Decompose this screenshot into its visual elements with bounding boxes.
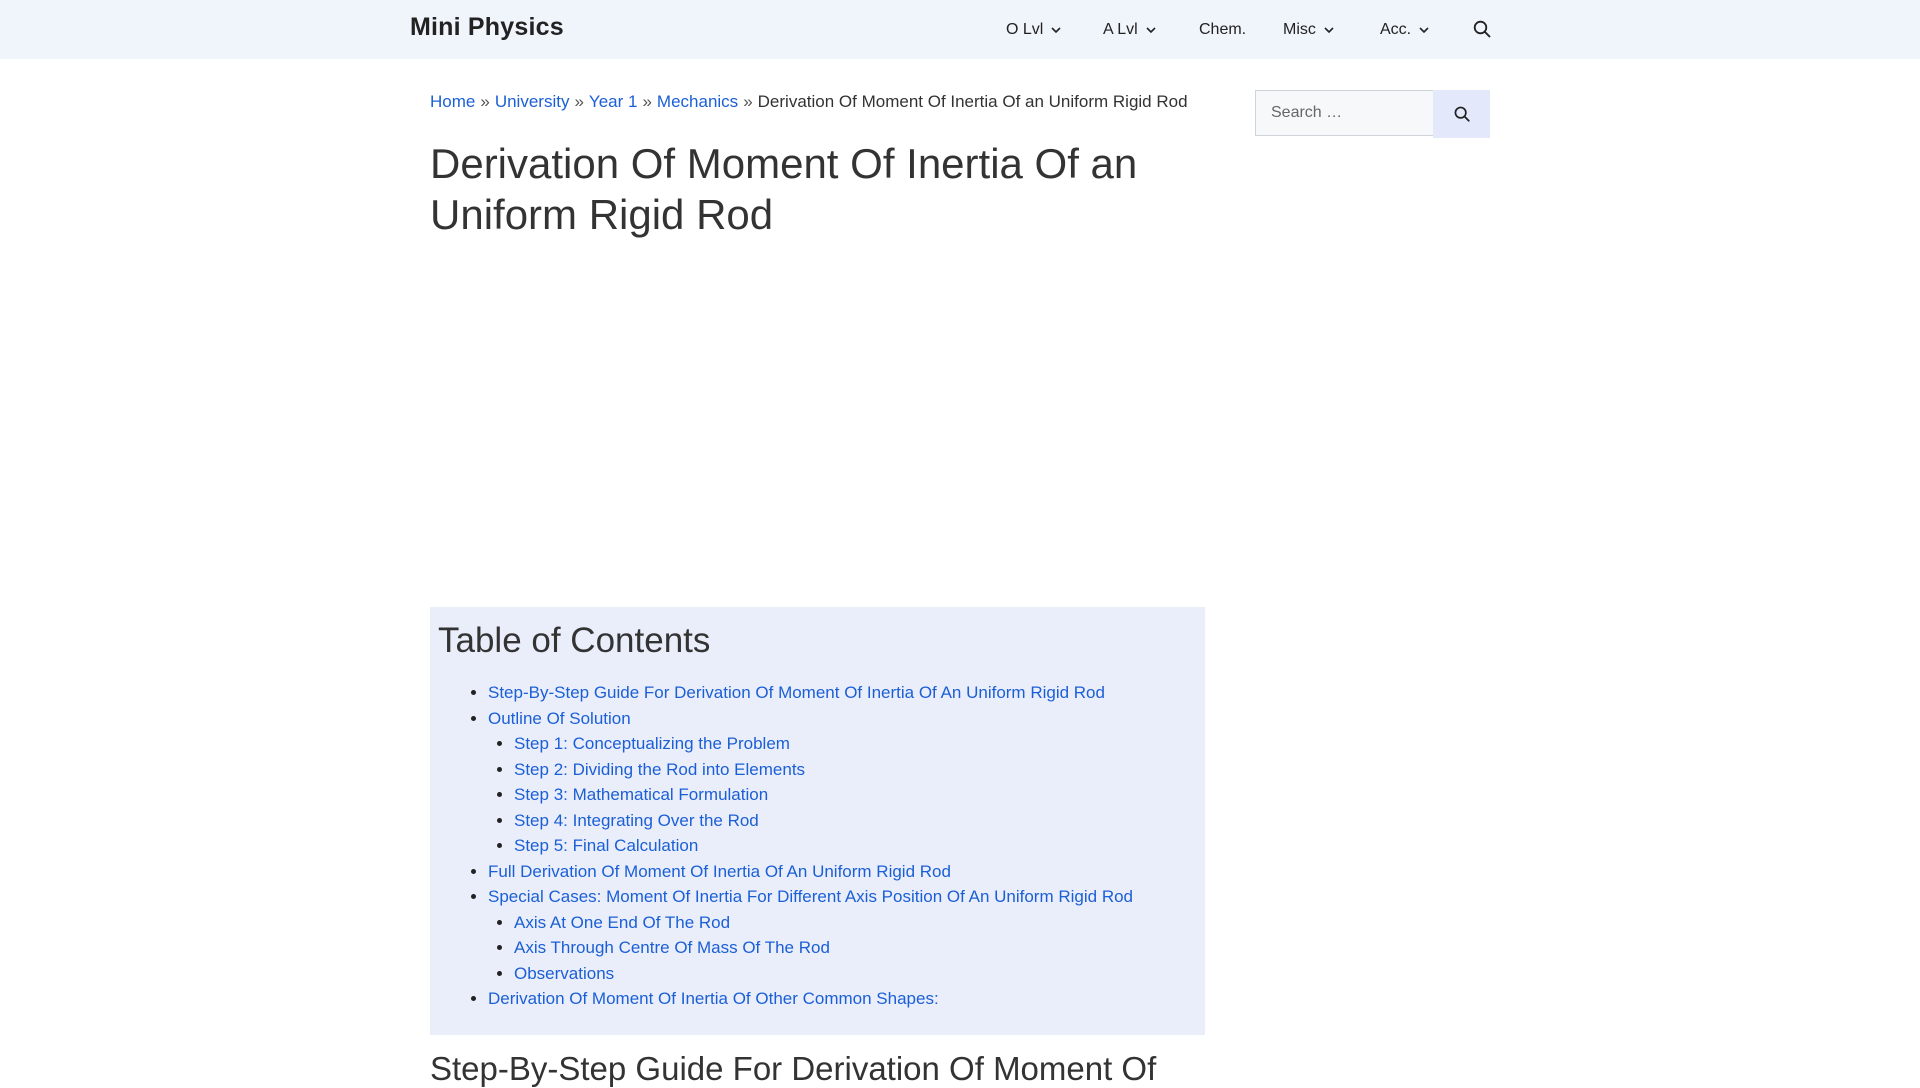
chevron-down-icon: [1146, 27, 1156, 34]
breadcrumb-current: Derivation Of Moment Of Inertia Of an Un…: [757, 92, 1188, 111]
main-nav: O Lvl A Lvl Chem. Misc Acc.: [0, 0, 1920, 59]
nav-item-label: Chem.: [1199, 21, 1247, 38]
toc-subitem: Axis At One End Of The Rod: [514, 910, 1197, 936]
nav-item-label: A Lvl: [1103, 21, 1138, 38]
toc-subitem: Step 5: Final Calculation: [514, 833, 1197, 859]
toc-item: Derivation Of Moment Of Inertia Of Other…: [488, 986, 1197, 1012]
toc-item: Step-By-Step Guide For Derivation Of Mom…: [488, 680, 1197, 706]
toc-subitem: Axis Through Centre Of Mass Of The Rod: [514, 935, 1197, 961]
toc-title: Table of Contents: [438, 621, 711, 660]
nav-item-a-lvl[interactable]: A Lvl: [1103, 20, 1158, 40]
search-button[interactable]: [1433, 90, 1490, 138]
toc-subitem: Step 1: Conceptualizing the Problem: [514, 731, 1197, 757]
toc-item: Special Cases: Moment Of Inertia For Dif…: [488, 884, 1197, 986]
toc-sublink[interactable]: Step 4: Integrating Over the Rod: [514, 811, 759, 830]
search-icon[interactable]: [1472, 19, 1492, 39]
chevron-down-icon: [1419, 27, 1429, 34]
toc-link[interactable]: Full Derivation Of Moment Of Inertia Of …: [488, 862, 951, 881]
nav-item-label: Misc: [1283, 21, 1316, 38]
nav-item-label: Acc.: [1380, 21, 1412, 38]
toc-subitem: Step 3: Mathematical Formulation: [514, 782, 1197, 808]
breadcrumb-link-mechanics[interactable]: Mechanics: [657, 92, 738, 111]
toc-link[interactable]: Outline Of Solution: [488, 709, 631, 728]
toc-link[interactable]: Step-By-Step Guide For Derivation Of Mom…: [488, 683, 1105, 702]
toc-sublink[interactable]: Step 3: Mathematical Formulation: [514, 785, 768, 804]
chevron-down-icon: [1051, 27, 1061, 34]
page-title: Derivation Of Moment Of Inertia Of an Un…: [430, 140, 1138, 238]
toc-sublink[interactable]: Step 2: Dividing the Rod into Elements: [514, 760, 805, 779]
toc-sublist: Axis At One End Of The Rod Axis Through …: [488, 910, 1197, 987]
breadcrumb-separator: »: [480, 92, 490, 111]
toc-subitem: Step 4: Integrating Over the Rod: [514, 808, 1197, 834]
breadcrumb-separator: »: [642, 92, 652, 111]
toc-sublink[interactable]: Step 5: Final Calculation: [514, 836, 698, 855]
toc-sublink[interactable]: Axis At One End Of The Rod: [514, 913, 730, 932]
search-icon: [1454, 106, 1470, 122]
toc-link[interactable]: Derivation Of Moment Of Inertia Of Other…: [488, 989, 939, 1008]
chevron-down-icon: [1324, 27, 1334, 34]
nav-item-chem[interactable]: Chem.: [1199, 20, 1246, 40]
nav-item-label: O Lvl: [1006, 21, 1044, 38]
nav-item-acc[interactable]: Acc.: [1380, 20, 1431, 40]
toc-sublink[interactable]: Step 1: Conceptualizing the Problem: [514, 734, 790, 753]
breadcrumb: Home» University» Year 1» Mechanics» Derivat…: [430, 92, 1188, 112]
section-heading: Step-By-Step Guide For Derivation Of Mom…: [430, 1050, 1157, 1087]
breadcrumb-link-university[interactable]: University: [495, 92, 570, 111]
toc-sublist: Step 1: Conceptualizing the Problem Step…: [488, 731, 1197, 859]
toc-subitem: Observations: [514, 961, 1197, 987]
breadcrumb-separator: »: [743, 92, 753, 111]
toc-item: Full Derivation Of Moment Of Inertia Of …: [488, 859, 1197, 885]
toc-link[interactable]: Special Cases: Moment Of Inertia For Dif…: [488, 887, 1133, 906]
toc-list: Step-By-Step Guide For Derivation Of Mom…: [438, 680, 1197, 1012]
search-input[interactable]: [1255, 90, 1433, 136]
table-of-contents: Table of Contents Step-By-Step Guide For…: [430, 607, 1205, 1035]
toc-sublink[interactable]: Observations: [514, 964, 614, 983]
nav-item-misc[interactable]: Misc: [1283, 20, 1336, 40]
toc-subitem: Step 2: Dividing the Rod into Elements: [514, 757, 1197, 783]
sidebar-search-form: [1255, 90, 1490, 138]
breadcrumb-link-home[interactable]: Home: [430, 92, 475, 111]
toc-item: Outline Of Solution Step 1: Conceptualiz…: [488, 706, 1197, 859]
breadcrumb-separator: »: [574, 92, 584, 111]
toc-sublink[interactable]: Axis Through Centre Of Mass Of The Rod: [514, 938, 830, 957]
site-header: Mini Physics O Lvl A Lvl Chem. Misc Acc.: [0, 0, 1920, 59]
nav-item-o-lvl[interactable]: O Lvl: [1006, 20, 1063, 40]
breadcrumb-link-year-1[interactable]: Year 1: [589, 92, 638, 111]
